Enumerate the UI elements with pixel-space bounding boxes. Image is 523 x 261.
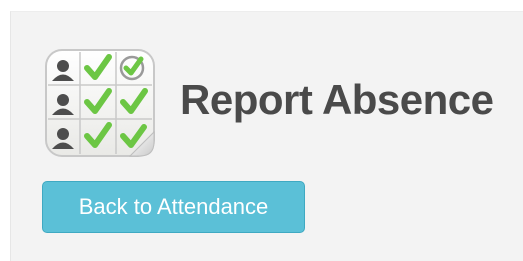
attendance-sheet-icon: [44, 48, 156, 158]
back-to-attendance-button[interactable]: Back to Attendance: [42, 181, 305, 233]
page-title: Report Absence: [180, 76, 494, 123]
